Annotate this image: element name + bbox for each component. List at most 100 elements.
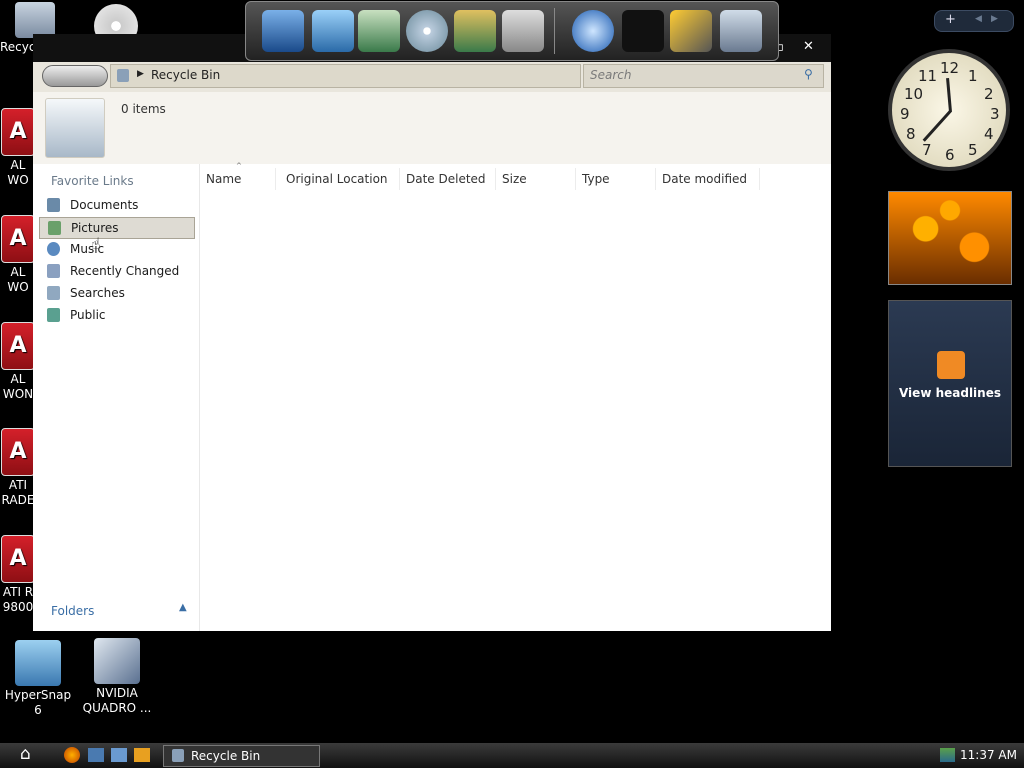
- documents-icon: [47, 198, 60, 212]
- dock-divider: [554, 8, 555, 54]
- clock-number: 7: [922, 141, 932, 159]
- desktop-icon-label: ATI R 9800: [2, 585, 34, 614]
- desktop-icon-hypersnap[interactable]: HyperSnap 6: [3, 640, 73, 718]
- computer-icon[interactable]: [262, 10, 304, 52]
- back-forward-buttons[interactable]: [42, 65, 108, 87]
- internet-globe-icon[interactable]: [572, 10, 614, 52]
- view-headlines-label[interactable]: View headlines: [889, 386, 1011, 400]
- tools-icon[interactable]: [502, 10, 544, 52]
- ati-icon: [1, 322, 35, 370]
- desktop-icon-label: HyperSnap 6: [4, 688, 72, 717]
- recycle-bin-icon: [15, 2, 55, 38]
- music-icon: [47, 242, 60, 256]
- hypersnap-icon: [15, 640, 61, 686]
- taskbar-button-label: Recycle Bin: [191, 749, 261, 763]
- desktop-icon-ati-5[interactable]: ATI R 9800: [0, 535, 36, 615]
- clock-number: 5: [968, 141, 978, 159]
- desktop-icon-label: ATI RADE: [1, 478, 35, 507]
- breadcrumb-arrow-icon[interactable]: ▶: [137, 69, 144, 79]
- column-header-type[interactable]: Type: [576, 168, 656, 190]
- column-header-size[interactable]: Size: [496, 168, 576, 190]
- column-header-original-location[interactable]: Original Location: [280, 168, 400, 190]
- favorite-links-heading: Favorite Links: [51, 174, 134, 188]
- ati-icon: [1, 215, 35, 263]
- slideshow-gadget[interactable]: [888, 191, 1012, 285]
- navigation-pane: Favorite Links Documents Pictures Music …: [33, 164, 200, 631]
- desktop-icon-label: AL WO: [7, 265, 29, 294]
- nav-item-documents[interactable]: Documents: [39, 195, 193, 215]
- search-placeholder: Search: [590, 68, 632, 82]
- recently-changed-icon: [47, 264, 60, 278]
- search-icon[interactable]: ⚲: [804, 67, 813, 81]
- media-player-icon[interactable]: [134, 748, 150, 762]
- searches-icon: [47, 286, 60, 300]
- music-icon[interactable]: [406, 10, 448, 52]
- column-header-name[interactable]: Name: [200, 168, 276, 190]
- nav-item-recently-changed[interactable]: Recently Changed: [39, 261, 193, 281]
- desktop-icon-ati-3[interactable]: AL WON: [0, 322, 36, 402]
- rss-icon: [937, 351, 965, 379]
- address-location[interactable]: Recycle Bin: [151, 68, 220, 82]
- clock-minute-hand: [922, 109, 952, 142]
- switch-windows-icon[interactable]: [111, 748, 127, 762]
- clock-number: 3: [990, 105, 1000, 123]
- search-input[interactable]: Search ⚲: [583, 64, 824, 88]
- recycle-bin-icon: [172, 749, 184, 762]
- nav-item-pictures[interactable]: Pictures: [39, 217, 195, 239]
- show-desktop-icon[interactable]: [88, 748, 104, 762]
- navigation-bar: ▶ Recycle Bin Search ⚲: [33, 62, 831, 92]
- address-bar[interactable]: ▶ Recycle Bin: [110, 64, 581, 88]
- home-start-icon[interactable]: ⌂: [20, 744, 31, 764]
- recycle-bin-icon[interactable]: [720, 10, 762, 52]
- clock-number: 4: [984, 125, 994, 143]
- clock-gadget[interactable]: 12 1 2 3 4 5 6 7 8 9 10 11: [888, 49, 1010, 171]
- clock-number: 2: [984, 85, 994, 103]
- desktop-icon-ati-4[interactable]: ATI RADE: [0, 428, 36, 508]
- item-count: 0 items: [121, 102, 166, 116]
- ati-icon: [1, 535, 35, 583]
- clock-number: 8: [906, 125, 916, 143]
- close-button[interactable]: ✕: [803, 39, 814, 54]
- details-pane: 0 items: [33, 92, 831, 164]
- taskbar-button-recycle-bin[interactable]: Recycle Bin: [163, 745, 320, 767]
- next-gadget-icon[interactable]: ▶: [991, 14, 998, 24]
- network-tray-icon[interactable]: [940, 748, 955, 762]
- chevron-up-icon[interactable]: ▲: [179, 602, 187, 613]
- clock-number: 12: [940, 59, 960, 77]
- recycle-bin-large-icon: [45, 98, 105, 158]
- recycle-bin-icon: [117, 69, 129, 82]
- public-icon: [47, 308, 60, 322]
- system-clock[interactable]: 11:37 AM: [960, 748, 1017, 762]
- firefox-icon[interactable]: [64, 747, 80, 763]
- desktop-icon-ati-1[interactable]: AL WO: [0, 108, 36, 188]
- ati-icon: [1, 428, 35, 476]
- desktop-icon-label: NVIDIA: [96, 686, 138, 700]
- clock-number: 6: [945, 146, 955, 164]
- folders-toggle[interactable]: Folders: [51, 604, 94, 618]
- clock-number: 11: [918, 67, 938, 85]
- add-gadget-button[interactable]: +: [945, 12, 956, 27]
- nav-item-searches[interactable]: Searches: [39, 283, 193, 303]
- sort-arrow-icon: ^: [236, 162, 242, 170]
- nav-item-public[interactable]: Public: [39, 305, 193, 325]
- shirt-icon[interactable]: [622, 10, 664, 52]
- feed-headlines-gadget[interactable]: View headlines: [888, 300, 1012, 467]
- mouse-cursor-icon: ☝: [91, 234, 101, 253]
- network-icon[interactable]: [312, 10, 354, 52]
- clock-hour-hand: [946, 77, 952, 113]
- clock-number: 10: [904, 85, 924, 103]
- application-dock: [245, 1, 779, 61]
- file-list-area[interactable]: [200, 190, 831, 631]
- column-header-date-deleted[interactable]: Date Deleted: [400, 168, 496, 190]
- column-header-date-modified[interactable]: Date modified: [656, 168, 760, 190]
- nav-item-music[interactable]: Music: [39, 239, 193, 259]
- pictures-icon: [48, 221, 61, 235]
- previous-gadget-icon[interactable]: ◀: [975, 14, 982, 24]
- documents-icon[interactable]: [358, 10, 400, 52]
- desktop-icon-nvidia-quadro[interactable]: NVIDIA QUADRO ...: [82, 638, 152, 716]
- desktop-icon-ati-2[interactable]: AL WO: [0, 215, 36, 295]
- hammer-icon[interactable]: [670, 10, 712, 52]
- pictures-icon[interactable]: [454, 10, 496, 52]
- explorer-window: ▫ ✕ ▶ Recycle Bin Search ⚲ 0 items Favor…: [33, 34, 831, 631]
- desktop-icon-label: QUADRO ...: [82, 701, 152, 715]
